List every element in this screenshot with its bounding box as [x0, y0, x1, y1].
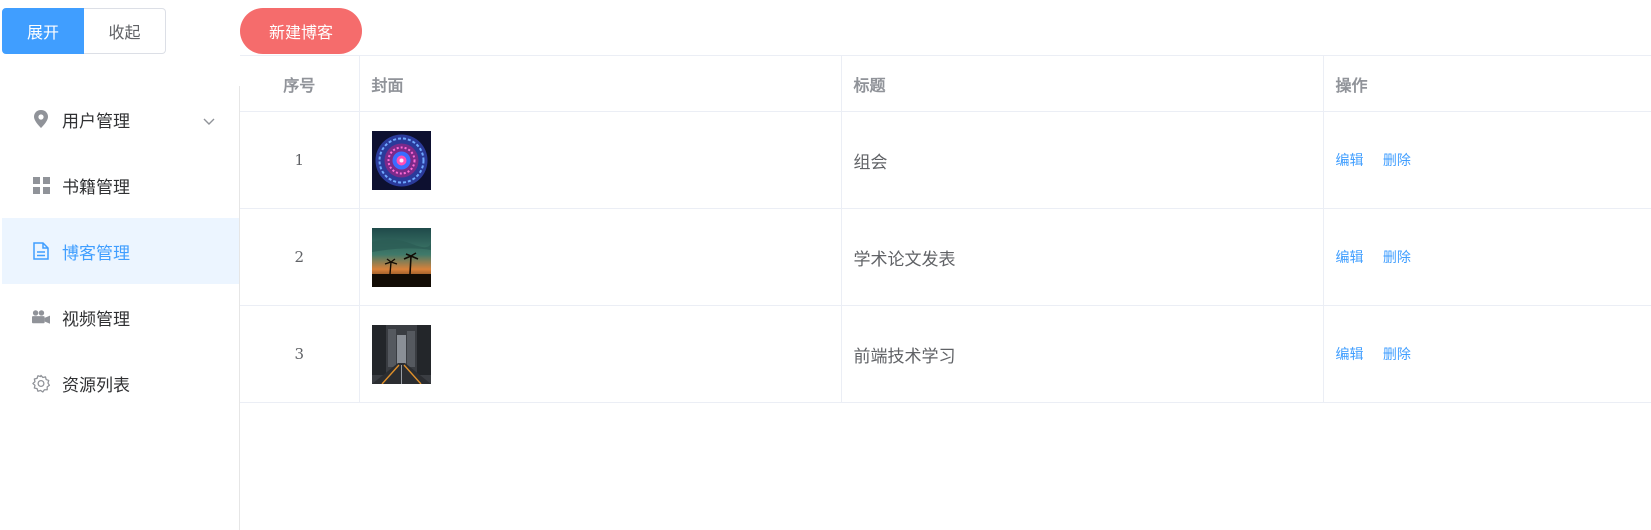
actions-cell: 编辑 删除: [1323, 305, 1651, 403]
row-title: 组会: [841, 111, 1324, 209]
sidebar-toggle-group: 展开 收起: [2, 8, 166, 54]
delete-button[interactable]: 删除: [1383, 153, 1411, 169]
sidebar-item-label: 书籍管理: [62, 177, 130, 198]
chevron-down-icon: [203, 112, 215, 132]
row-index: 2: [240, 208, 360, 306]
table-row: 1 组会 编辑 删除: [240, 111, 1651, 209]
edit-button[interactable]: 编辑: [1336, 250, 1364, 266]
table-row: 2 学术论文发表 编辑 删除: [240, 208, 1651, 306]
grid-icon: [32, 176, 50, 194]
sidebar-item-label: 视频管理: [62, 309, 130, 330]
cover-image: [371, 324, 431, 384]
sidebar-item-blogs[interactable]: 博客管理: [2, 218, 239, 284]
new-blog-button[interactable]: 新建博客: [240, 8, 362, 54]
column-header-actions: 操作: [1323, 55, 1651, 112]
cover-cell: [359, 305, 842, 403]
collapse-button[interactable]: 收起: [84, 8, 166, 54]
sidebar-item-videos[interactable]: 视频管理: [2, 284, 239, 350]
delete-button[interactable]: 删除: [1383, 250, 1411, 266]
actions-cell: 编辑 删除: [1323, 111, 1651, 209]
edit-button[interactable]: 编辑: [1336, 347, 1364, 363]
table-header-row: 序号 封面 标题 操作: [240, 55, 1651, 112]
cover-image: [371, 130, 431, 190]
sidebar-item-books[interactable]: 书籍管理: [2, 152, 239, 218]
expand-button[interactable]: 展开: [2, 8, 84, 54]
row-title: 前端技术学习: [841, 305, 1324, 403]
column-header-cover: 封面: [359, 55, 842, 112]
table-row: 3 前端技术学习 编辑 删除: [240, 305, 1651, 403]
column-header-index: 序号: [240, 55, 360, 112]
sidebar-menu: 用户管理 书籍管理 博客管理 视频管理 资源列表: [2, 86, 240, 530]
sidebar-item-resources[interactable]: 资源列表: [2, 350, 239, 416]
edit-button[interactable]: 编辑: [1336, 153, 1364, 169]
sidebar-item-label: 博客管理: [62, 243, 130, 264]
blog-table: 序号 封面 标题 操作 1 组会 编辑 删除 2 学术论文发表 编辑 删除 3 …: [240, 55, 1651, 403]
sidebar-item-label: 用户管理: [62, 111, 130, 132]
actions-cell: 编辑 删除: [1323, 208, 1651, 306]
row-index: 1: [240, 111, 360, 209]
cover-image: [371, 227, 431, 287]
delete-button[interactable]: 删除: [1383, 347, 1411, 363]
location-icon: [32, 110, 50, 128]
row-index: 3: [240, 305, 360, 403]
row-title: 学术论文发表: [841, 208, 1324, 306]
settings-gear-icon: [32, 374, 50, 393]
cover-cell: [359, 208, 842, 306]
sidebar-item-users[interactable]: 用户管理: [2, 86, 239, 152]
cover-cell: [359, 111, 842, 209]
document-icon: [32, 242, 50, 260]
sidebar-item-label: 资源列表: [62, 375, 130, 396]
column-header-title: 标题: [841, 55, 1324, 112]
video-camera-icon: [32, 308, 50, 326]
